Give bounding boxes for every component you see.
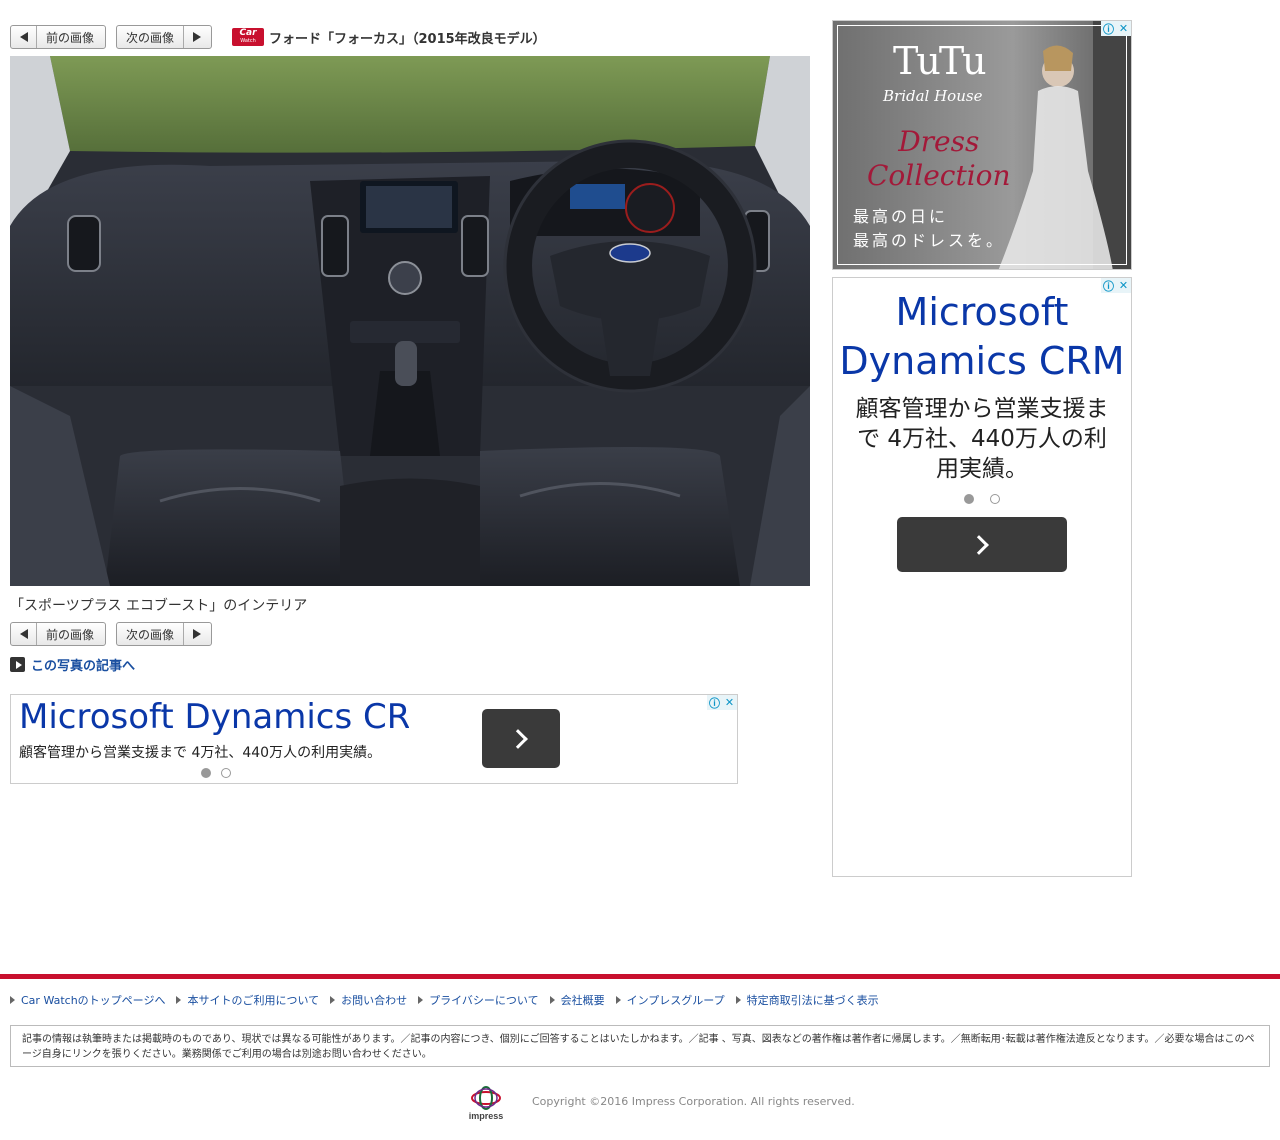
- info-icon[interactable]: ⓘ: [1101, 21, 1116, 36]
- footer-link-commerce[interactable]: 特定商取引法に基づく表示: [735, 992, 879, 1008]
- image-pager-bottom: 前の画像 次の画像: [10, 622, 212, 646]
- close-icon[interactable]: ✕: [722, 695, 737, 710]
- ad-pagination: [201, 768, 231, 778]
- left-arrow-icon: [11, 26, 37, 48]
- chevron-right-icon: [508, 728, 528, 749]
- ad-subtext: 顧客管理から営業支援まで 4万社、440万人の利用実績。: [855, 396, 1109, 482]
- dress-collection-text: Dress Collection: [867, 125, 1011, 192]
- ad-subtext: 顧客管理から営業支援まで 4万社、440万人の利用実績。: [19, 745, 382, 761]
- svg-text:impress: impress: [469, 1111, 504, 1121]
- article-link[interactable]: この写真の記事へ: [10, 655, 135, 674]
- footer-link-company[interactable]: 会社概要: [549, 992, 605, 1008]
- impress-logo-mark: impress: [469, 1086, 504, 1121]
- footer-divider: [0, 974, 1280, 979]
- footer-nav: Car Watchのトップページへ 本サイトのご利用について お問い合わせ プラ…: [10, 992, 890, 1008]
- interior-illustration: [10, 56, 810, 586]
- footer-link-top[interactable]: Car Watchのトップページへ: [10, 992, 165, 1008]
- bridal-subbrand: Bridal House: [883, 87, 983, 105]
- ad-pagination: [964, 494, 1000, 504]
- ad-headline: Microsoft Dynamics CRM: [19, 697, 409, 737]
- footer-link-privacy[interactable]: プライバシーについて: [418, 992, 539, 1008]
- left-arrow-icon: [11, 623, 37, 645]
- info-icon[interactable]: ⓘ: [707, 695, 722, 710]
- crm-banner-ad[interactable]: ⓘ ✕ Microsoft Dynamics CRM 顧客管理から営業支援まで …: [10, 694, 738, 784]
- ad-next-button[interactable]: [482, 709, 560, 768]
- right-arrow-icon: [183, 26, 209, 48]
- next-image-button[interactable]: 次の画像: [116, 25, 212, 49]
- play-icon: [10, 657, 25, 672]
- photo-caption: 「スポーツプラス エコブースト」のインテリア: [10, 598, 308, 614]
- page-header: Car Watch フォード「フォーカス」（2015年改良モデル）: [232, 28, 546, 47]
- page-title: フォード「フォーカス」（2015年改良モデル）: [269, 31, 546, 47]
- car-interior-photo: [10, 56, 810, 586]
- pagination-dot[interactable]: [201, 768, 211, 778]
- footer-link-terms[interactable]: 本サイトのご利用について: [176, 992, 319, 1008]
- impress-logo[interactable]: impress: [462, 1086, 510, 1122]
- bridal-tagline: 最高の日に 最高のドレスを。: [853, 207, 1006, 250]
- bridal-banner-ad[interactable]: ⓘ ✕ TuTu Bridal House Dress Collection 最…: [832, 20, 1132, 270]
- pagination-dot[interactable]: [964, 494, 974, 504]
- ad-headline: Microsoft Dynamics CRM: [839, 290, 1125, 383]
- copyright-notice: 記事の情報は執筆時または掲載時のものであり、現状では異なる可能性があります。／記…: [10, 1025, 1270, 1067]
- bridal-brand: TuTu: [893, 39, 987, 83]
- footer-link-group[interactable]: インプレスグループ: [615, 992, 725, 1008]
- copyright-text: Copyright ©2016 Impress Corporation. All…: [532, 1095, 855, 1108]
- pagination-dot[interactable]: [221, 768, 231, 778]
- chevron-right-icon: [969, 534, 989, 555]
- right-arrow-icon: [183, 623, 209, 645]
- footer-link-contact[interactable]: お問い合わせ: [330, 992, 407, 1008]
- ad-choices: ⓘ ✕: [1101, 21, 1131, 36]
- ad-next-button[interactable]: [897, 517, 1067, 572]
- crm-sidebar-ad[interactable]: ⓘ ✕ Microsoft Dynamics CRM 顧客管理から営業支援まで …: [832, 277, 1132, 877]
- prev-image-button[interactable]: 前の画像: [10, 25, 106, 49]
- ad-choices: ⓘ ✕: [707, 695, 737, 710]
- image-pager-top: 前の画像 次の画像 Car Watch フォード「フォーカス」（2015年改良モデ…: [10, 25, 546, 49]
- next-image-button[interactable]: 次の画像: [116, 622, 212, 646]
- car-watch-logo: Car Watch: [232, 28, 264, 46]
- close-icon[interactable]: ✕: [1116, 21, 1131, 36]
- prev-image-button[interactable]: 前の画像: [10, 622, 106, 646]
- pagination-dot[interactable]: [990, 494, 1000, 504]
